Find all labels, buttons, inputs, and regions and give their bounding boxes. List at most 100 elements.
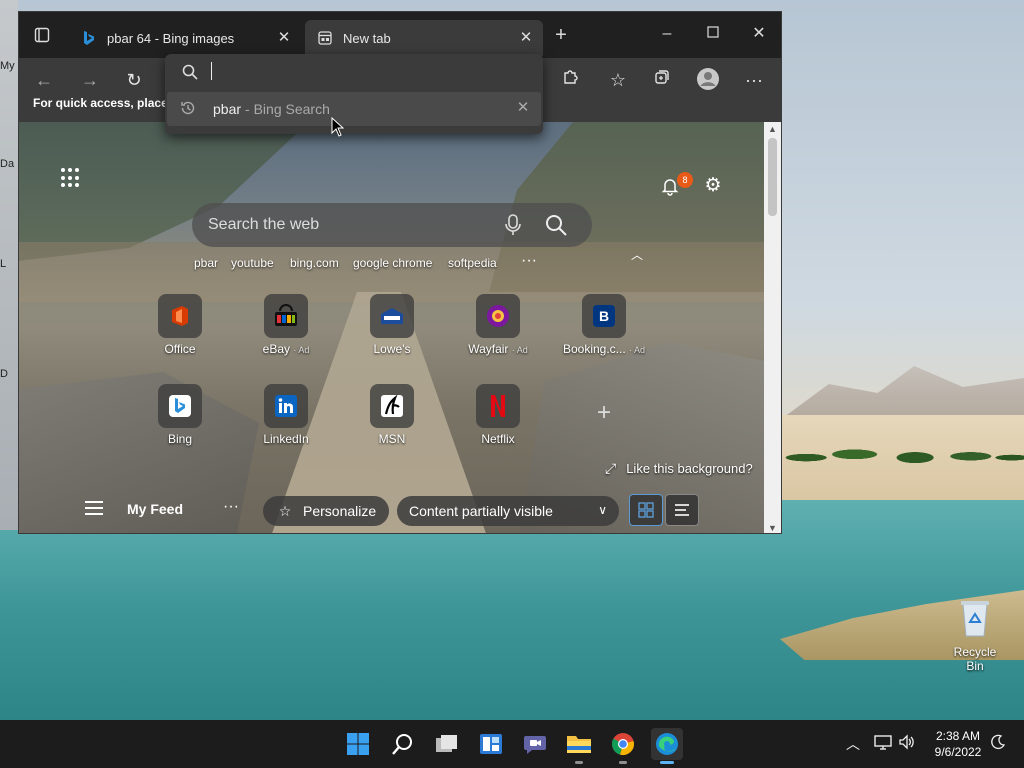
close-window-icon[interactable]: ✕ (747, 22, 771, 46)
list-view-button[interactable] (665, 494, 699, 526)
page-settings-gear-icon[interactable]: ⚙ (702, 175, 724, 197)
history-icon (179, 100, 197, 118)
maximize-icon[interactable] (701, 22, 725, 46)
volume-speaker-icon[interactable] (898, 734, 916, 753)
list-view-icon (675, 504, 689, 516)
new-tab-button[interactable]: + (549, 24, 573, 48)
quick-link[interactable]: youtube (231, 256, 274, 270)
tab-title: New tab (343, 30, 391, 46)
search-icon[interactable] (544, 213, 568, 237)
teams-chat-icon[interactable] (519, 728, 551, 760)
grid-view-icon (638, 502, 654, 518)
tab-bing-images[interactable]: pbar 64 - Bing images ✕ (69, 20, 301, 56)
notification-count-badge: 8 (677, 172, 693, 188)
chrome-icon[interactable] (607, 728, 639, 760)
task-view-icon[interactable] (431, 728, 463, 760)
content-visibility-value: Content partially visible (409, 503, 553, 519)
remove-suggestion-icon[interactable]: ✕ (515, 100, 531, 116)
ad-marker: · Ad (511, 345, 528, 355)
ad-marker: · Ad (293, 345, 310, 355)
quick-link-tile[interactable]: LinkedIn (241, 384, 331, 454)
desktop-icon-label[interactable]: My (0, 60, 15, 72)
address-bar-dropdown: pbar - Bing Search ✕ (165, 54, 543, 134)
more-searches-icon[interactable]: ··· (521, 252, 537, 270)
collapse-chevron-icon[interactable]: ︿ (631, 246, 643, 263)
bing-icon (158, 384, 202, 428)
close-tab-icon[interactable]: ✕ (517, 29, 535, 47)
edge-browser-window[interactable]: pbar 64 - Bing images ✕ New tab ✕ + – ✕ … (18, 11, 782, 534)
desktop-icon-label[interactable]: D (0, 368, 8, 380)
quick-link-tile[interactable]: MSN (347, 384, 437, 454)
desktop-icon-label[interactable]: Da (0, 158, 14, 170)
microphone-icon[interactable] (504, 214, 522, 236)
recycle-bin-icon (961, 601, 989, 637)
expand-icon: ⤢ (605, 460, 617, 476)
grid-view-button[interactable] (629, 494, 663, 526)
search-placeholder: Search the web (208, 216, 320, 233)
bing-icon (81, 30, 97, 46)
start-windows-icon[interactable] (342, 728, 374, 760)
linkedin-icon (264, 384, 308, 428)
wayfair-icon (476, 294, 520, 338)
close-tab-icon[interactable]: ✕ (275, 29, 293, 47)
quick-link-tile[interactable]: Office (135, 294, 225, 364)
quick-link-tile[interactable]: B Booking.c... · Ad (559, 294, 649, 364)
booking-icon: B (582, 294, 626, 338)
clock[interactable]: 2:38 AM 9/6/2022 (928, 728, 988, 760)
my-feed-tab[interactable]: My Feed (127, 501, 183, 517)
feed-more-icon[interactable]: ··· (223, 498, 239, 516)
recycle-bin-label: Recycle Bin (953, 645, 997, 673)
quick-link[interactable]: pbar (194, 256, 218, 270)
focus-assist-moon-icon[interactable] (990, 734, 1006, 753)
edge-icon[interactable] (651, 728, 683, 760)
address-bar-input[interactable] (165, 54, 543, 90)
personalize-button[interactable]: ☆ Personalize (263, 496, 389, 526)
suggestion-source: - Bing Search (245, 101, 330, 117)
suggestion-item[interactable]: pbar - Bing Search ✕ (167, 92, 541, 126)
tab-actions-menu-icon[interactable] (31, 24, 53, 46)
ebay-icon (264, 294, 308, 338)
quick-link-tile[interactable]: Lowe's (347, 294, 437, 364)
recycle-bin[interactable]: Recycle Bin (944, 598, 1006, 673)
tab-new-tab[interactable]: New tab ✕ (305, 20, 543, 56)
quick-link-tile[interactable]: Bing (135, 384, 225, 454)
netflix-icon (476, 384, 520, 428)
scroll-thumb[interactable] (768, 138, 777, 216)
minimize-icon[interactable]: – (655, 22, 679, 46)
tile-label: Lowe's (373, 342, 411, 356)
new-tab-page: 8 ⚙ Search the web pbar youtube bing.com… (19, 122, 765, 533)
like-background-link[interactable]: ⤢ Like this background? (605, 460, 753, 477)
search-icon[interactable] (387, 728, 419, 760)
widgets-icon[interactable] (475, 728, 507, 760)
tile-label: LinkedIn (263, 432, 309, 446)
desktop-wallpaper-trees (782, 418, 1024, 484)
network-icon[interactable] (874, 734, 892, 753)
file-explorer-icon[interactable] (563, 728, 595, 760)
text-caret (211, 62, 212, 80)
page-scrollbar[interactable]: ▲ ▼ (764, 122, 781, 533)
quick-link-tile[interactable]: Wayfair · Ad (453, 294, 543, 364)
content-visibility-dropdown[interactable]: Content partially visible ∨ (397, 496, 619, 526)
personalize-label: Personalize (303, 503, 377, 519)
tile-label: MSN (378, 432, 406, 446)
tile-label: Netflix (481, 432, 515, 446)
suggestion-query: pbar (213, 101, 242, 117)
scroll-up-arrow-icon[interactable]: ▲ (764, 122, 781, 136)
personalize-sparkle-icon: ☆ (278, 503, 292, 519)
add-site-plus-icon[interactable]: + (591, 400, 617, 426)
web-search-box[interactable]: Search the web (192, 203, 592, 247)
app-launcher-icon[interactable] (61, 168, 81, 188)
active-app-indicator (660, 761, 674, 764)
quick-link[interactable]: google chrome (353, 256, 432, 270)
lowes-icon (370, 294, 414, 338)
feed-bar: My Feed ··· ☆ Personalize Content partia… (19, 488, 765, 533)
desktop-icon-label[interactable]: L (0, 258, 6, 270)
quick-link-tile[interactable]: Netflix (453, 384, 543, 454)
quick-link[interactable]: softpedia (448, 256, 497, 270)
scroll-down-arrow-icon[interactable]: ▼ (764, 521, 781, 533)
quick-link-tile[interactable]: eBay · Ad (241, 294, 331, 364)
menu-hamburger-icon[interactable] (85, 501, 103, 515)
show-hidden-icons-chevron-icon[interactable]: ︿ (846, 734, 860, 754)
quick-link[interactable]: bing.com (290, 256, 339, 270)
chevron-down-icon: ∨ (598, 503, 607, 517)
